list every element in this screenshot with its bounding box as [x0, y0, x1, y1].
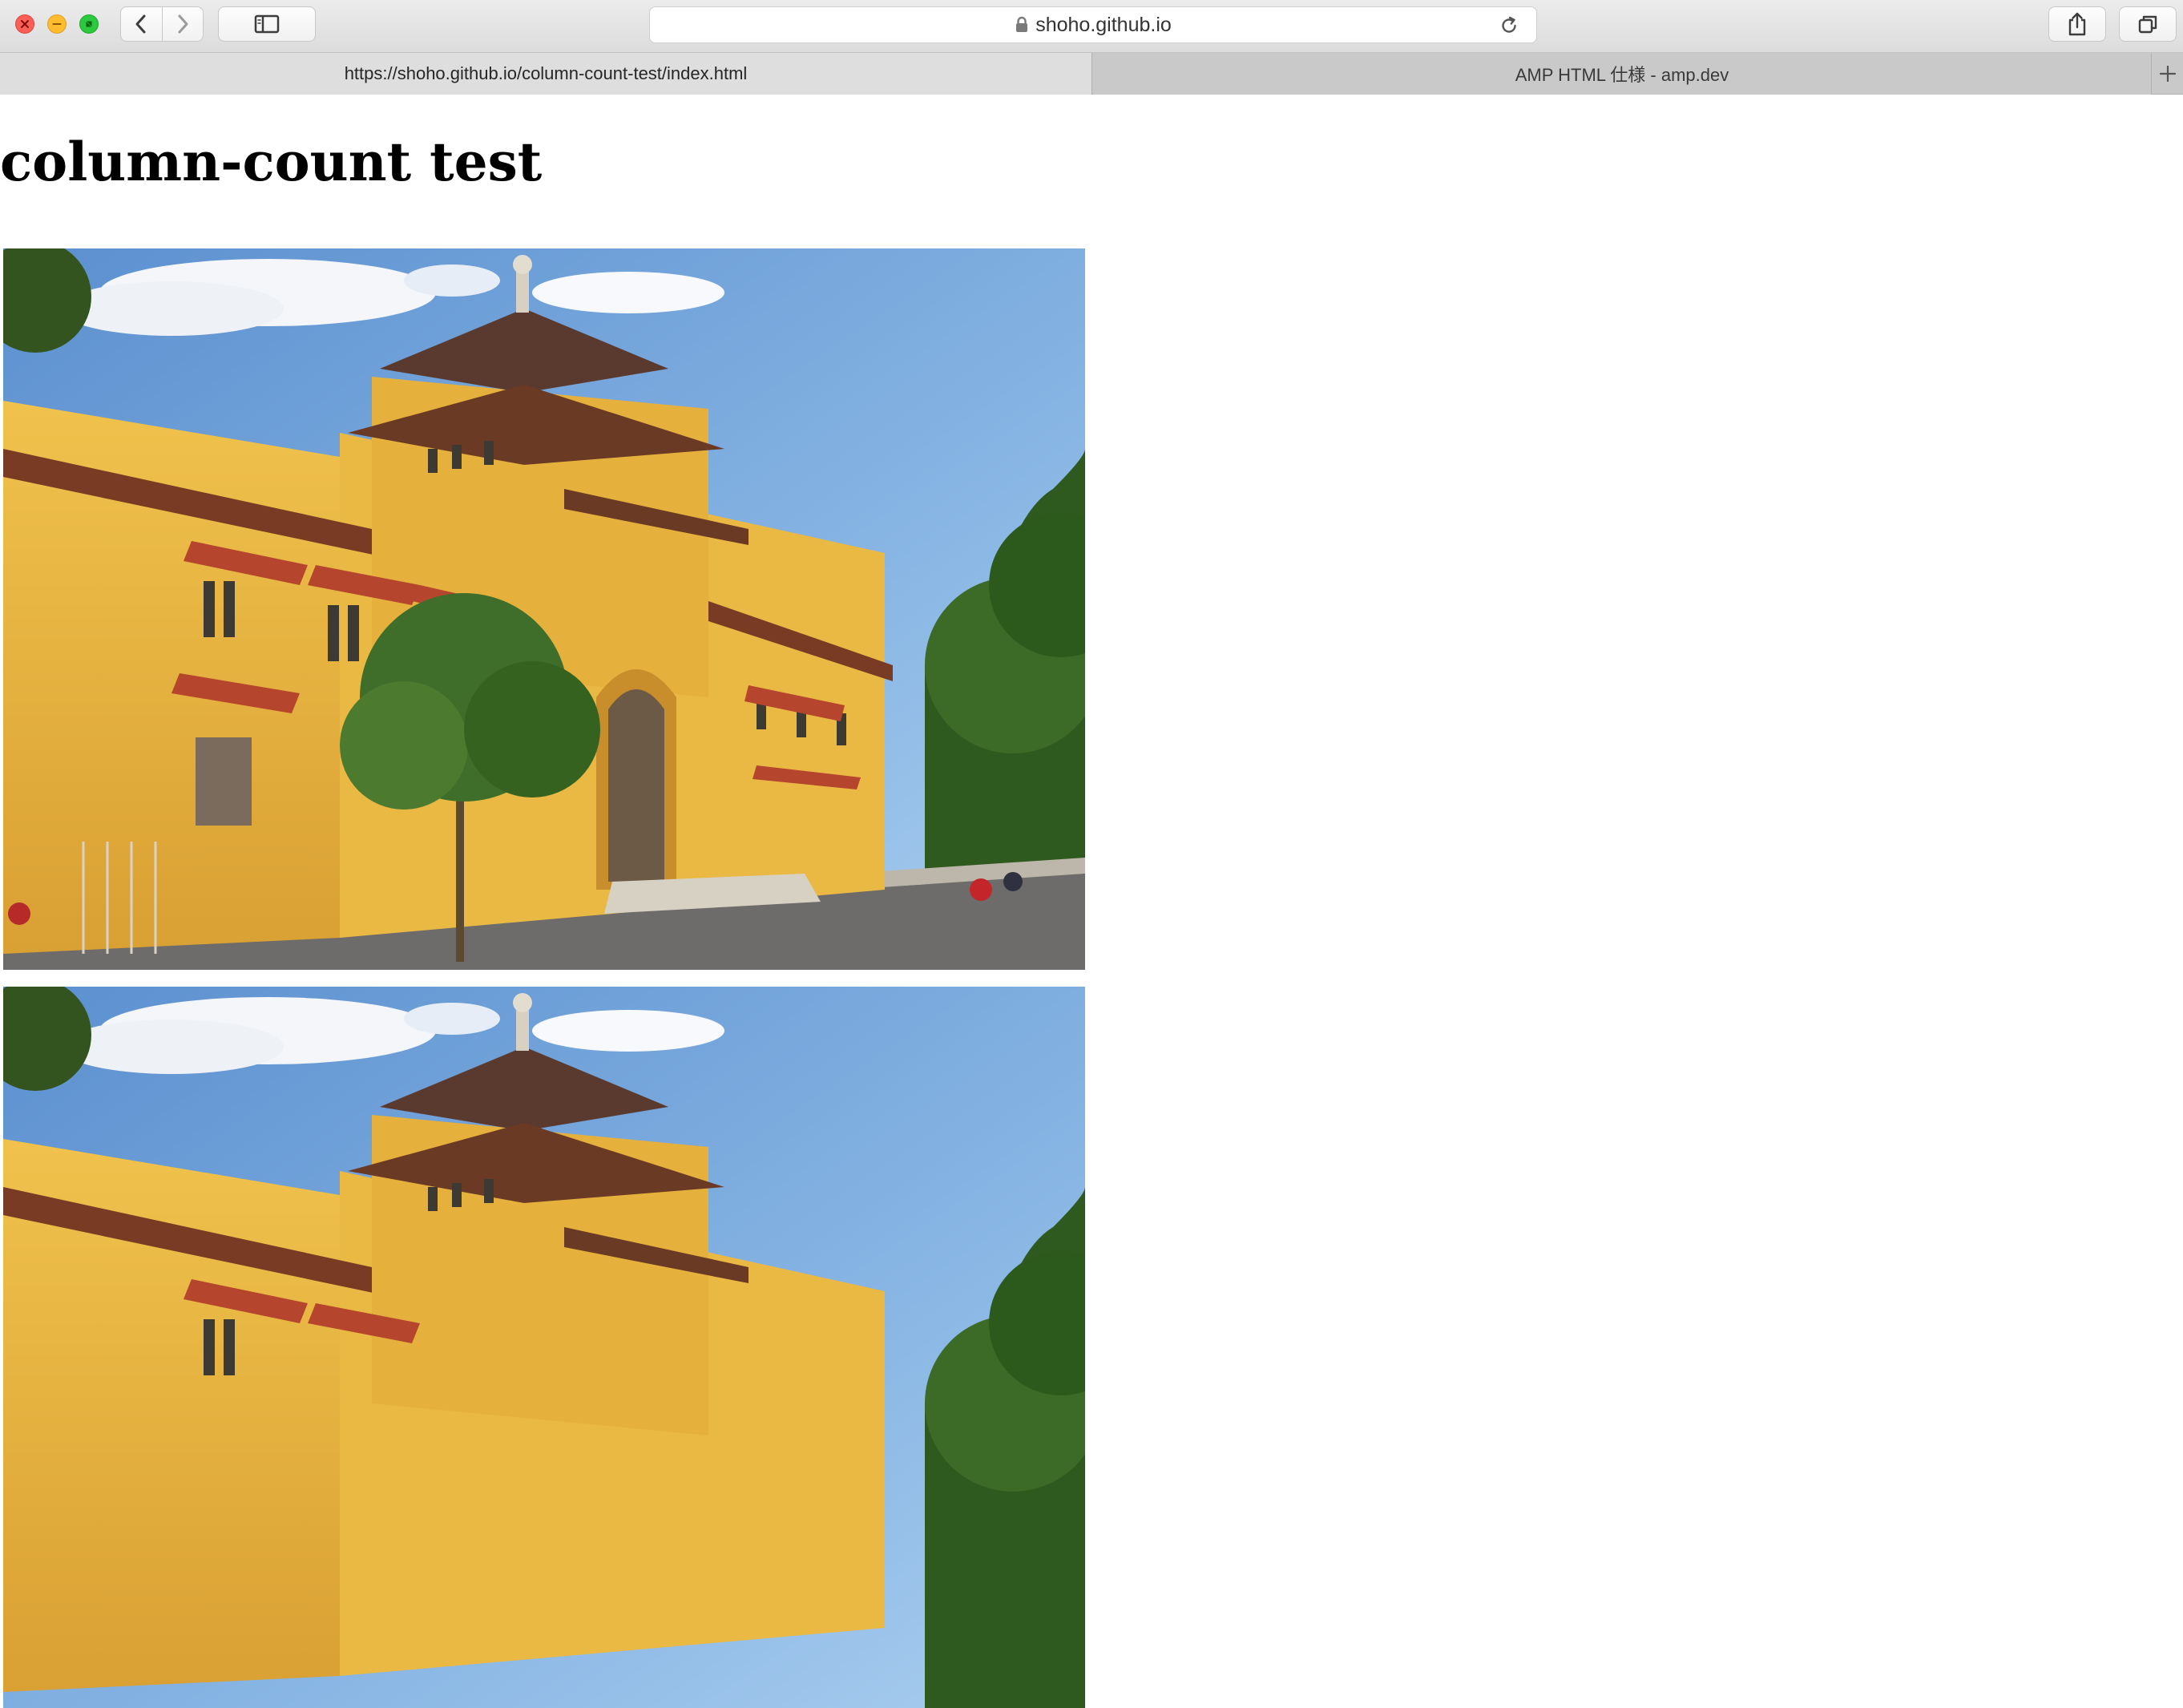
building-photo-2: [3, 987, 1085, 1708]
browser-toolbar: shoho.github.io: [0, 0, 2183, 53]
share-button[interactable]: [2048, 6, 2106, 42]
chevron-left-icon: [135, 14, 146, 34]
share-icon: [2068, 12, 2086, 36]
tab-bar: https://shoho.github.io/column-count-tes…: [0, 53, 2183, 95]
page-title: column-count test: [0, 131, 543, 193]
forward-button[interactable]: [161, 7, 204, 41]
close-window-button[interactable]: [15, 14, 34, 34]
back-button[interactable]: [121, 7, 162, 41]
address-host: shoho.github.io: [1035, 13, 1172, 36]
new-tab-button[interactable]: [2151, 53, 2183, 95]
minimize-icon: [52, 23, 62, 25]
tab-amp-html-spec[interactable]: AMP HTML 仕様 - amp.dev: [1093, 53, 2151, 95]
chevron-right-icon: [178, 14, 188, 34]
page-viewport: column-count test: [0, 95, 2183, 1708]
lock-icon: [1016, 16, 1028, 32]
close-icon: [21, 20, 29, 28]
sidebar-button[interactable]: [218, 6, 316, 42]
building-photo-drawing: [3, 248, 1085, 970]
zoom-icon: [86, 21, 92, 27]
sidebar-icon: [254, 14, 280, 34]
tab-column-count-test[interactable]: https://shoho.github.io/column-count-tes…: [0, 53, 1092, 95]
reload-button[interactable]: [1498, 14, 1520, 37]
plus-icon: [2159, 65, 2176, 83]
building-photo-drawing-2: [3, 987, 1085, 1708]
zoom-window-button[interactable]: [79, 14, 99, 34]
address-bar[interactable]: shoho.github.io: [649, 6, 1537, 43]
tabs-overview-button[interactable]: [2119, 6, 2177, 42]
building-photo: [3, 248, 1085, 970]
tabs-overview-icon: [2138, 15, 2157, 34]
minimize-window-button[interactable]: [47, 14, 67, 34]
navigation-buttons: [120, 6, 204, 42]
reload-icon: [1502, 16, 1516, 33]
